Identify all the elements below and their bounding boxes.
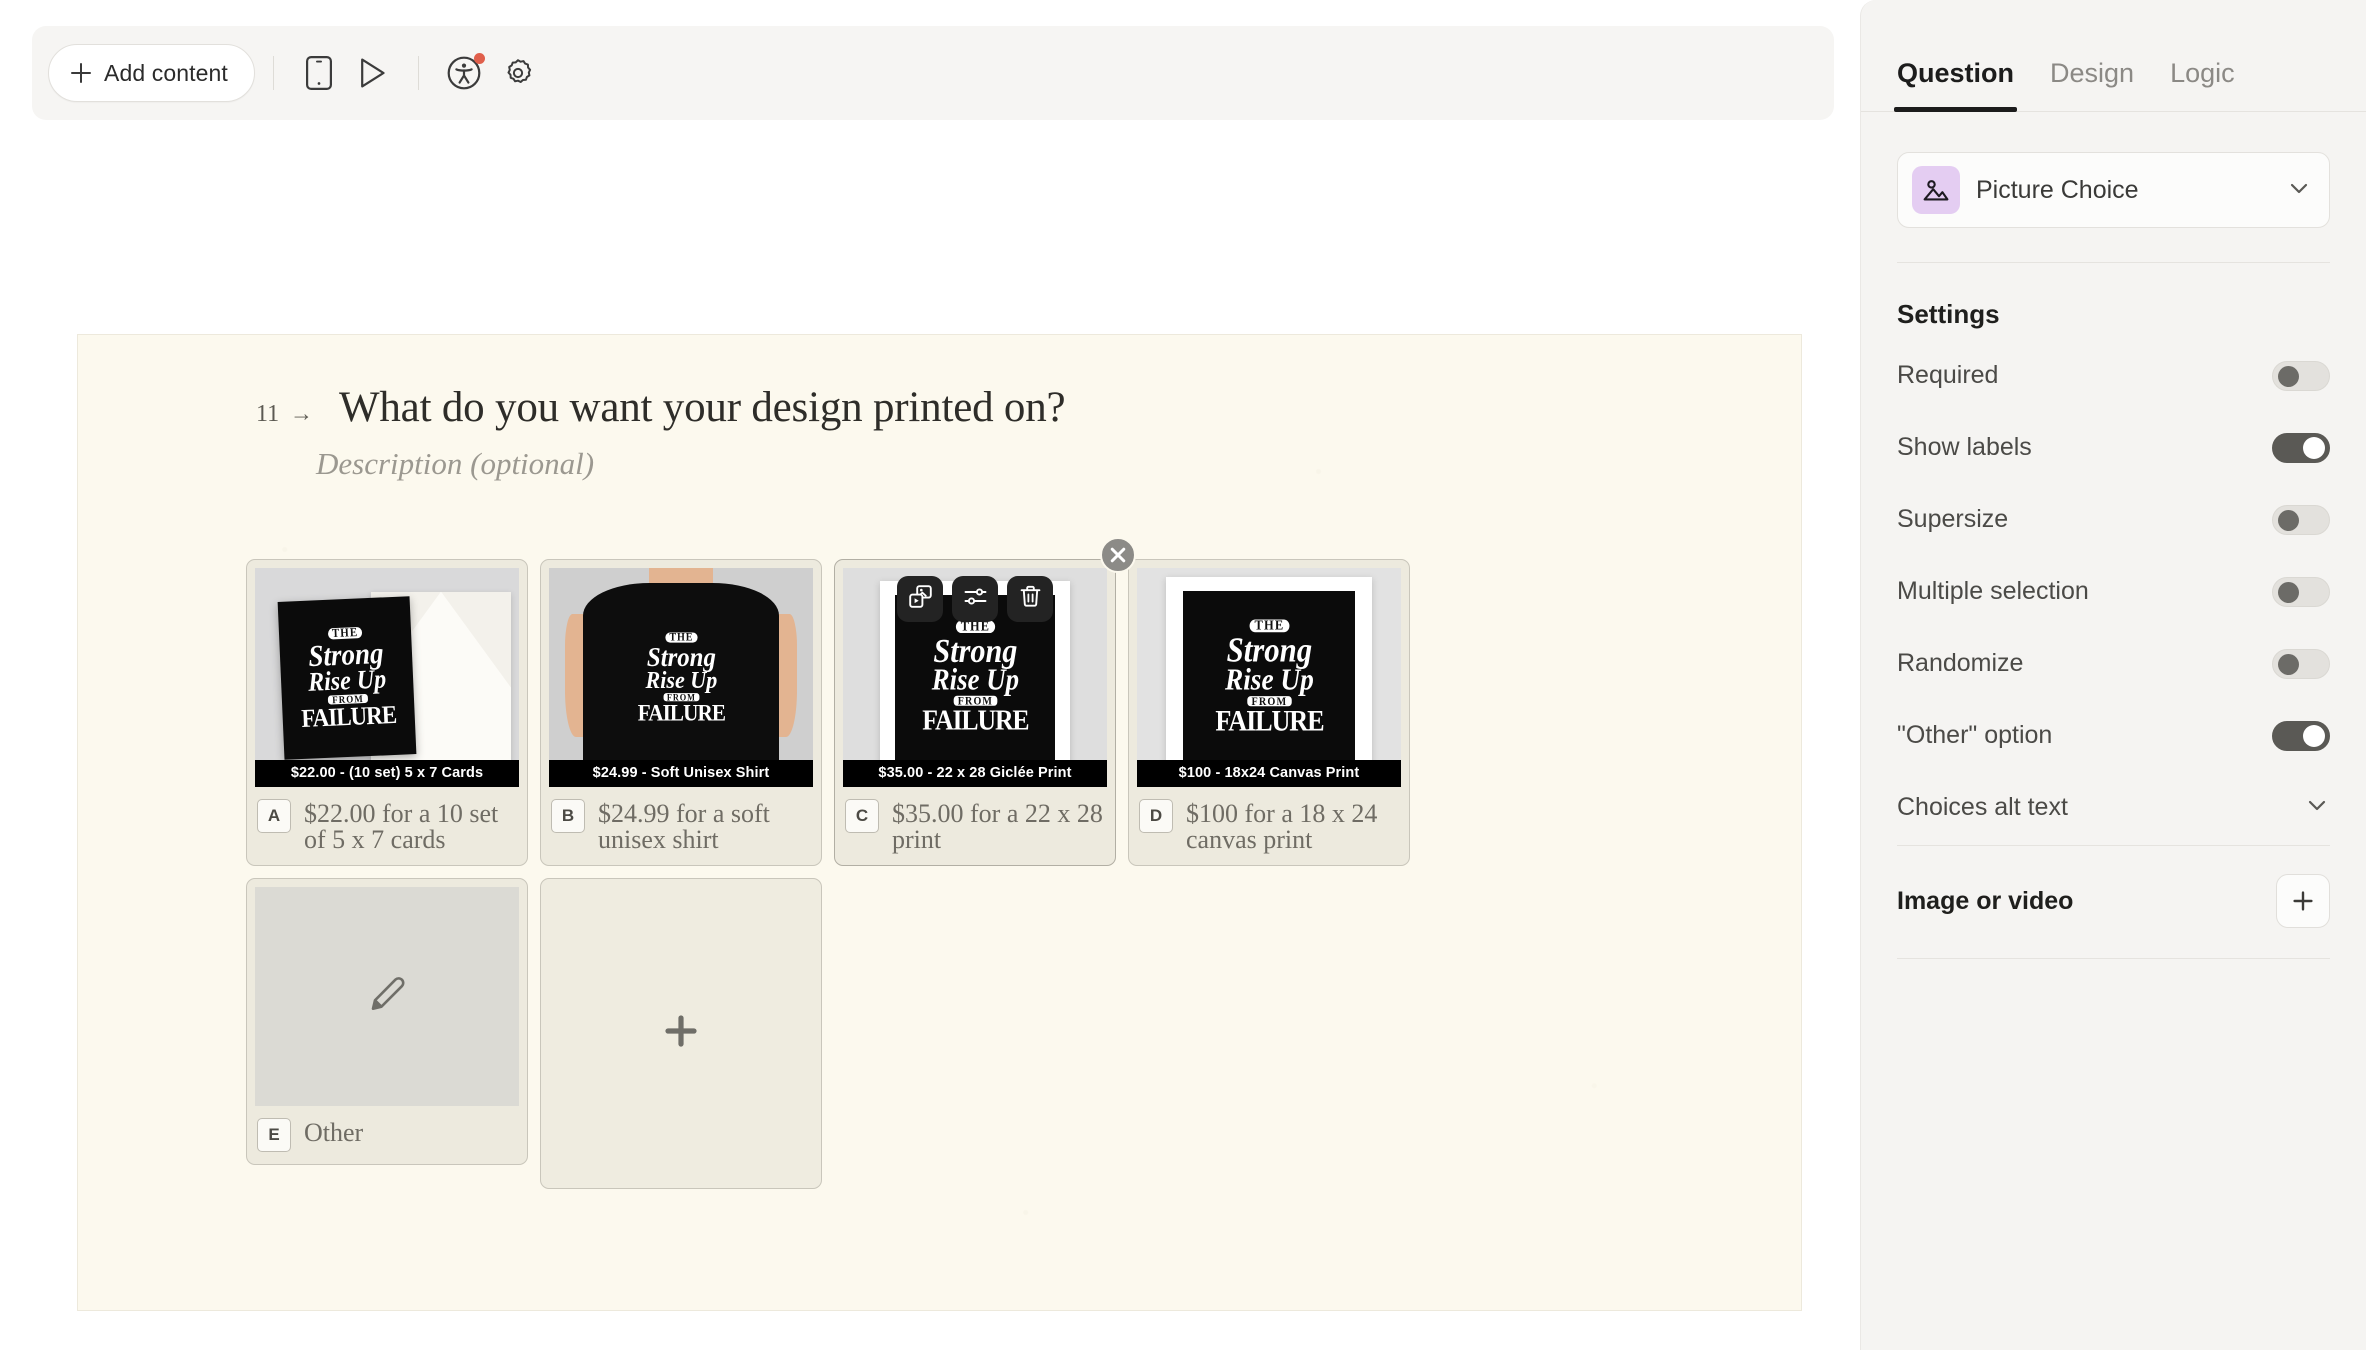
choice-key-b: B xyxy=(551,799,585,833)
choice-caption-d: $100 - 18x24 Canvas Print xyxy=(1137,760,1401,787)
toolbar-divider-1 xyxy=(272,56,274,90)
artwork-text: THE Strong Rise Up FROM FAILURE xyxy=(301,625,398,733)
settings-button[interactable] xyxy=(491,46,545,100)
choice-hover-toolbar xyxy=(897,576,1053,622)
app-root: Add content 11 → What do you want your d… xyxy=(0,0,2366,1350)
setting-label-randomize: Randomize xyxy=(1897,649,2024,677)
notification-dot-badge xyxy=(473,53,485,64)
form-preview-canvas: 11 → What do you want your design printe… xyxy=(77,334,1802,1311)
toggle-supersize[interactable] xyxy=(2272,504,2330,535)
change-media-button[interactable] xyxy=(897,576,943,622)
toggle-randomize[interactable] xyxy=(2272,648,2330,679)
choice-grid: THE Strong Rise Up FROM FAILURE $22.00 -… xyxy=(246,537,1676,1189)
tab-logic[interactable]: Logic xyxy=(2170,58,2235,111)
choices-alt-text-row[interactable]: Choices alt text xyxy=(1897,792,2330,823)
setting-row-required: Required xyxy=(1897,349,2330,402)
delete-choice-button[interactable] xyxy=(1007,576,1053,622)
add-choice-button[interactable] xyxy=(540,878,822,1189)
media-settings-button[interactable] xyxy=(952,576,998,622)
image-video-icon xyxy=(908,584,933,614)
close-icon[interactable] xyxy=(1100,537,1136,573)
choice-thumbnail-d: THE Strong Rise Up FROM FAILURE $100 - 1… xyxy=(1137,568,1401,787)
choice-card-a[interactable]: THE Strong Rise Up FROM FAILURE $22.00 -… xyxy=(246,559,528,866)
tshirt-image: THE Strong Rise Up FROM FAILURE xyxy=(549,568,813,787)
trash-icon xyxy=(1018,584,1043,614)
panel-divider xyxy=(1897,262,2330,263)
toggle-show-labels[interactable] xyxy=(2272,432,2330,463)
top-toolbar: Add content xyxy=(32,26,1834,120)
panel-tabs: Question Design Logic xyxy=(1861,0,2366,112)
other-media-placeholder[interactable] xyxy=(255,887,519,1106)
choice-label-d[interactable]: $100 for a 18 x 24 canvas print xyxy=(1186,799,1399,853)
setting-label-show-labels: Show labels xyxy=(1897,433,2032,461)
accessibility-button[interactable] xyxy=(437,46,491,100)
setting-row-multiple-selection: Multiple selection xyxy=(1897,565,2330,618)
choice-key-d: D xyxy=(1139,799,1173,833)
choice-caption-a: $22.00 - (10 set) 5 x 7 Cards xyxy=(255,760,519,787)
plus-icon xyxy=(661,1011,701,1056)
choice-thumbnail-a: THE Strong Rise Up FROM FAILURE $22.00 -… xyxy=(255,568,519,787)
toolbar-divider-2 xyxy=(417,56,419,90)
setting-label-multiple-selection: Multiple selection xyxy=(1897,577,2089,605)
image-or-video-label: Image or video xyxy=(1897,886,2074,915)
question-type-label: Picture Choice xyxy=(1976,175,2139,204)
choice-key-a: A xyxy=(257,799,291,833)
setting-label-other-option: "Other" option xyxy=(1897,721,2053,749)
choice-key-e: E xyxy=(257,1118,291,1152)
add-media-button[interactable] xyxy=(2276,874,2330,928)
sliders-icon xyxy=(963,584,988,614)
right-settings-panel: Question Design Logic Picture Choice Set… xyxy=(1860,0,2366,1350)
pencil-icon xyxy=(365,972,409,1021)
question-arrow-icon: → xyxy=(290,400,313,426)
gear-icon xyxy=(502,57,534,89)
choice-label-c[interactable]: $35.00 for a 22 x 28 print xyxy=(892,799,1105,853)
toggle-other-option[interactable] xyxy=(2272,720,2330,751)
question-title[interactable]: What do you want your design printed on? xyxy=(339,383,1066,432)
image-or-video-row: Image or video xyxy=(1897,845,2330,959)
plus-icon xyxy=(71,63,91,83)
choice-caption-b: $24.99 - Soft Unisex Shirt xyxy=(549,760,813,787)
choice-card-e-other[interactable]: E Other xyxy=(246,878,528,1165)
question-header: 11 → What do you want your design printe… xyxy=(256,383,1066,482)
choice-card-c[interactable]: THE Strong Rise Up FROM FAILURE $35.00 -… xyxy=(834,537,1136,866)
question-description-placeholder[interactable]: Description (optional) xyxy=(316,446,1065,482)
add-content-button[interactable]: Add content xyxy=(48,44,255,102)
choice-key-c: C xyxy=(845,799,879,833)
picture-choice-icon xyxy=(1912,166,1960,214)
mobile-preview-button[interactable] xyxy=(292,46,346,100)
greeting-card-image: THE Strong Rise Up FROM FAILURE xyxy=(255,568,519,787)
setting-row-randomize: Randomize xyxy=(1897,637,2330,690)
choice-label-e[interactable]: Other xyxy=(304,1118,363,1146)
toggle-required[interactable] xyxy=(2272,360,2330,391)
choice-label-a[interactable]: $22.00 for a 10 set of 5 x 7 cards xyxy=(304,799,517,853)
choices-alt-text-label: Choices alt text xyxy=(1897,793,2068,821)
choice-thumbnail-b: THE Strong Rise Up FROM FAILURE $24.99 -… xyxy=(549,568,813,787)
play-icon xyxy=(358,57,388,89)
tab-question[interactable]: Question xyxy=(1893,58,2018,112)
toggle-multiple-selection[interactable] xyxy=(2272,576,2330,607)
setting-row-supersize: Supersize xyxy=(1897,493,2330,546)
setting-label-supersize: Supersize xyxy=(1897,505,2009,533)
choice-label-b[interactable]: $24.99 for a soft unisex shirt xyxy=(598,799,811,853)
choice-caption-c: $35.00 - 22 x 28 Giclée Print xyxy=(843,760,1107,787)
canvas-print-image: THE Strong Rise Up FROM FAILURE xyxy=(1137,568,1401,787)
question-number: 11 xyxy=(256,401,280,427)
settings-section-title: Settings xyxy=(1897,299,2000,329)
setting-row-show-labels: Show labels xyxy=(1897,421,2330,474)
choice-card-d[interactable]: THE Strong Rise Up FROM FAILURE $100 - 1… xyxy=(1128,559,1410,866)
setting-label-required: Required xyxy=(1897,361,1999,389)
question-type-select[interactable]: Picture Choice xyxy=(1897,152,2330,228)
chevron-down-icon xyxy=(2304,792,2330,823)
add-content-label: Add content xyxy=(104,59,228,86)
tab-design[interactable]: Design xyxy=(2050,58,2134,111)
setting-row-other-option: "Other" option xyxy=(1897,709,2330,762)
choice-card-b[interactable]: THE Strong Rise Up FROM FAILURE $24.99 -… xyxy=(540,559,822,866)
play-preview-button[interactable] xyxy=(346,46,400,100)
mobile-icon xyxy=(305,56,332,90)
panel-body: Picture Choice Settings Required Show la… xyxy=(1861,112,2366,959)
chevron-down-icon xyxy=(2287,176,2311,205)
